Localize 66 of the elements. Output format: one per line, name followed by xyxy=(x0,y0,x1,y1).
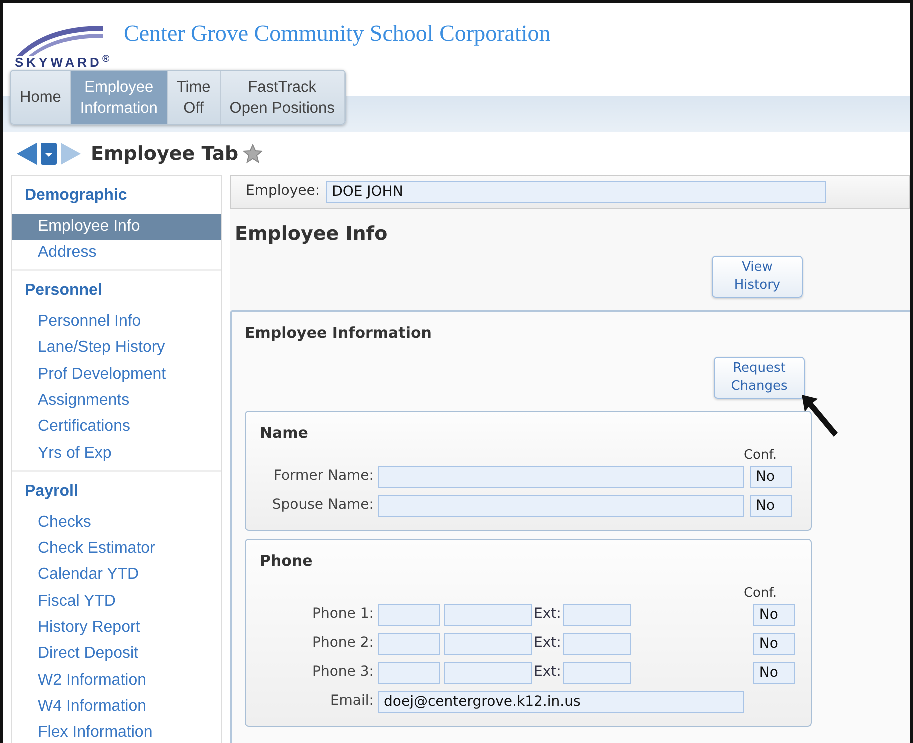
sidebar-link[interactable]: W4 Information xyxy=(12,694,221,720)
nav-tab[interactable]: Employee Information xyxy=(71,71,168,124)
column-header: Conf. xyxy=(744,447,777,465)
cursor-icon xyxy=(800,393,840,439)
section-heading: Employee Info xyxy=(234,222,389,246)
input-field[interactable] xyxy=(563,662,632,684)
field-label: Phone 1: xyxy=(312,605,374,624)
view-history-button[interactable]: View History xyxy=(712,256,803,298)
sidebar-link[interactable]: Assignments xyxy=(12,388,221,414)
input-field[interactable] xyxy=(444,604,532,626)
field-label: Email: xyxy=(329,692,374,711)
sidebar-link[interactable]: Fiscal YTD xyxy=(12,588,221,616)
sidebar-link[interactable]: Certifications xyxy=(12,414,221,441)
sidebar-link[interactable]: Address xyxy=(12,240,221,266)
input-field[interactable]: No xyxy=(753,632,796,654)
field-label: Former Name: xyxy=(272,467,374,486)
group-title: Phone xyxy=(260,550,314,572)
input-field[interactable] xyxy=(563,604,632,626)
field-label: Spouse Name: xyxy=(271,496,374,515)
sidebar-link[interactable]: Flex Information xyxy=(12,720,221,743)
sidebar-link[interactable]: Direct Deposit xyxy=(12,641,221,668)
group-title: Name xyxy=(260,422,310,444)
input-field[interactable] xyxy=(444,662,532,684)
sidebar-link[interactable]: Check Estimator xyxy=(12,536,221,562)
input-field[interactable]: No xyxy=(753,604,796,626)
sidebar-link[interactable]: History Report xyxy=(12,615,221,642)
sidebar-heading: Payroll xyxy=(24,482,80,502)
input-field[interactable] xyxy=(444,632,532,654)
nav-tab[interactable]: FastTrack Open Positions xyxy=(220,71,345,124)
sidebar-link[interactable]: Employee Info xyxy=(12,214,221,240)
sidebar-link[interactable]: Yrs of Exp xyxy=(12,440,221,467)
input-field[interactable]: No xyxy=(750,466,792,488)
panel-title: Employee Information xyxy=(245,323,433,344)
sidebar-heading: Demographic xyxy=(24,186,128,206)
site-title: Center Grove Community School Corporation xyxy=(124,20,551,48)
input-field[interactable] xyxy=(378,494,744,516)
field-label: Phone 2: xyxy=(312,634,374,653)
star-icon[interactable] xyxy=(242,144,263,164)
field-label: Phone 3: xyxy=(312,663,374,682)
input-field[interactable] xyxy=(378,662,440,684)
sidebar-link[interactable]: Prof Development xyxy=(12,362,221,388)
sidebar-link[interactable]: Lane/Step History xyxy=(12,335,221,362)
input-field[interactable]: doej@centergrove.k12.in.us xyxy=(378,690,744,712)
dropdown-icon[interactable] xyxy=(41,143,57,166)
input-field[interactable] xyxy=(378,466,744,488)
input-field[interactable] xyxy=(378,604,440,626)
input-field[interactable]: No xyxy=(753,662,796,684)
sidebar-link[interactable]: Personnel Info xyxy=(12,309,221,336)
sidebar-link[interactable]: Checks xyxy=(12,510,221,536)
page-title: Employee Tab xyxy=(91,142,239,167)
logo: SKYWARD$^{®}$ xyxy=(15,11,112,69)
sidebar-link[interactable]: W2 Information xyxy=(12,668,221,694)
nav-tab[interactable]: Time Off xyxy=(168,71,221,124)
input-field[interactable] xyxy=(563,632,632,654)
column-header: Conf. xyxy=(744,585,777,603)
field-label: Ext: xyxy=(534,634,562,653)
employee-field[interactable]: DOE JOHN xyxy=(326,180,826,202)
sidebar-link[interactable]: Calendar YTD xyxy=(12,562,221,589)
input-field[interactable] xyxy=(378,632,440,654)
field-label: Ext: xyxy=(534,605,562,624)
employee-label: Employee: xyxy=(246,182,320,201)
request-changes-button[interactable]: Request Changes xyxy=(714,356,805,398)
input-field[interactable]: No xyxy=(750,494,792,516)
sidebar-heading: Personnel xyxy=(24,281,104,302)
back-arrow-icon[interactable] xyxy=(17,143,37,166)
field-label: Ext: xyxy=(534,663,562,682)
